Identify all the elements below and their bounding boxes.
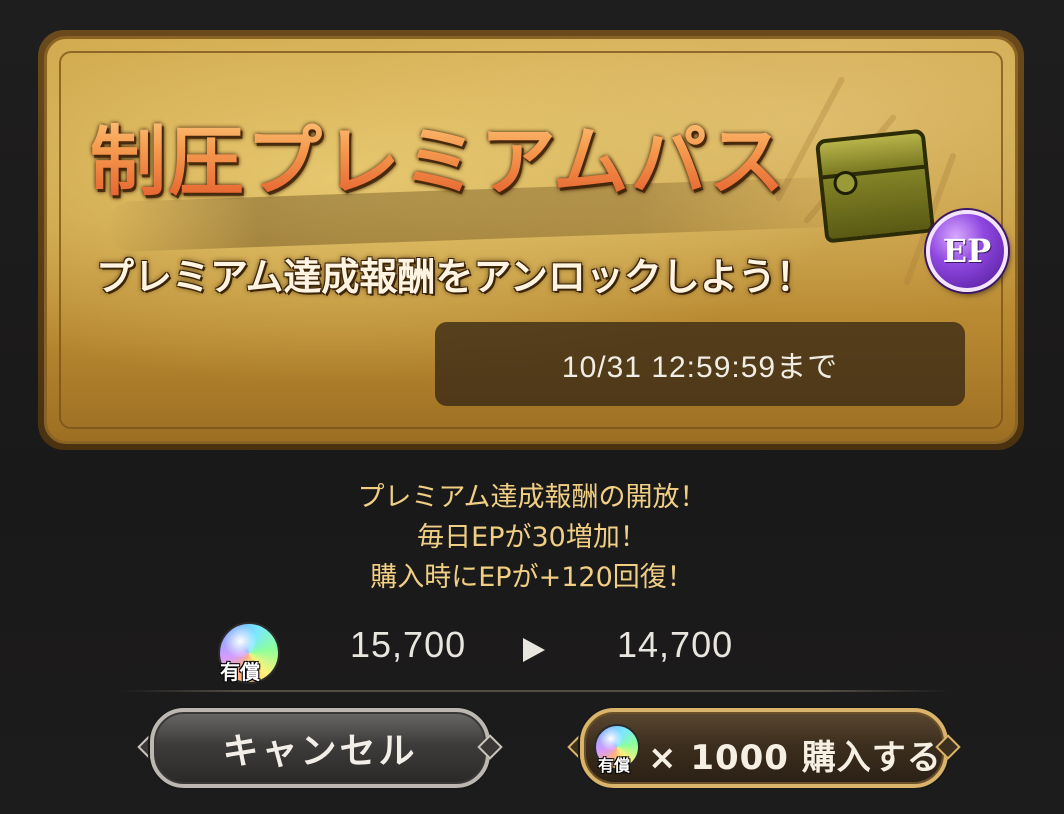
cancel-button[interactable]: キャンセル [150, 708, 490, 788]
treasure-chest-icon [814, 128, 936, 244]
purchase-dialog: 制圧プレミアムパス プレミアム達成報酬をアンロックしよう！ EP 10/31 1… [0, 0, 1064, 814]
purchase-button[interactable]: 有償 × 1000 購入する [580, 708, 948, 788]
paid-gem-label: 有償 [598, 756, 631, 775]
balance-after-purchase: 14,700 [617, 624, 734, 665]
paid-gem-label: 有償 [220, 660, 260, 684]
purchase-button-label: × 1000 購入する [648, 738, 942, 778]
premium-pass-banner: 制圧プレミアムパス プレミアム達成報酬をアンロックしよう！ EP 10/31 1… [38, 30, 1024, 450]
deadline-label: 10/31 12:59:59まで [435, 322, 965, 406]
benefit-line: 購入時にEPが+120回復！ [370, 562, 694, 593]
arrow-right-icon [523, 638, 545, 662]
benefit-line: プレミアム達成報酬の開放！ [357, 482, 707, 513]
benefits-description: プレミアム達成報酬の開放！ 毎日EPが30増加！ 購入時にEPが+120回復！ [0, 478, 1064, 598]
cancel-button-label: キャンセル [222, 731, 418, 772]
current-balance: 15,700 [350, 624, 467, 665]
banner-subtitle: プレミアム達成報酬をアンロックしよう！ [96, 254, 814, 299]
ep-badge-icon: EP [926, 210, 1008, 292]
benefit-line: 毎日EPが30増加！ [417, 522, 647, 553]
banner-title: 制圧プレミアムパス [90, 100, 787, 210]
divider [120, 690, 950, 692]
